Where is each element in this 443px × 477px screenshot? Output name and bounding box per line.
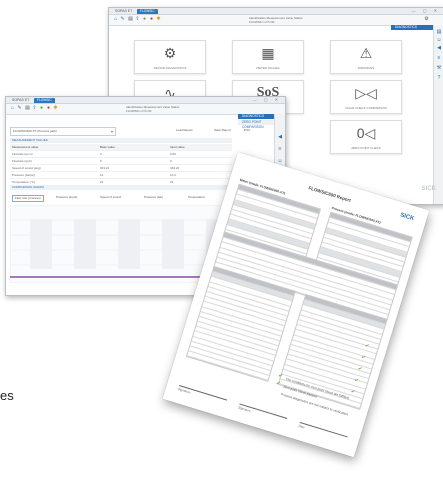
settings-icon[interactable]: ✱ bbox=[156, 17, 161, 22]
meter-icon: ⚙ bbox=[163, 45, 177, 61]
signature-label: Date bbox=[298, 423, 306, 430]
save-icon[interactable]: ▤ bbox=[25, 106, 30, 111]
tile-label: METER VALUES bbox=[256, 66, 280, 70]
sidebar-user-icon[interactable]: ☺ bbox=[435, 37, 443, 43]
sidebar-list-icon[interactable]: ≡ bbox=[276, 146, 284, 152]
matrix-icon: ▦ bbox=[261, 45, 275, 61]
cell: 14 bbox=[100, 173, 104, 177]
table-row: Pressure (bar(a)) 14 14.0 bbox=[10, 172, 232, 179]
cell: 343.22 bbox=[170, 166, 180, 170]
tile-label: WARNINGS bbox=[357, 66, 375, 70]
window-controls[interactable]: — ▢ ✕ bbox=[253, 97, 281, 103]
upload-icon[interactable]: ⇧ bbox=[135, 17, 140, 22]
sidebar-tools-icon[interactable]: ⚒ bbox=[435, 65, 443, 71]
title-bar: SOPAS ET FLOWSIC — ▢ ✕ bbox=[109, 8, 443, 15]
chevron-down-icon: ▾ bbox=[110, 129, 113, 134]
settings-gear-icon[interactable]: ⚙ bbox=[424, 17, 429, 22]
tile-device-diagnostics[interactable]: ⚙ DEVICE DIAGNOSTICS bbox=[134, 40, 206, 74]
warning-icon: ⚠ bbox=[359, 45, 373, 61]
check-icon: ✔ bbox=[275, 380, 281, 388]
home-icon[interactable]: ⌂ bbox=[10, 106, 15, 111]
measurement-table: Measurement value Base value Input value… bbox=[10, 144, 232, 186]
cell: Speed of sound (avg) bbox=[12, 166, 41, 170]
settings-icon[interactable]: ✱ bbox=[53, 106, 58, 111]
cell: Flowrate (qv,m) bbox=[12, 152, 33, 156]
tile-label: ZERO POINT CHECK bbox=[351, 146, 381, 150]
home-icon[interactable]: ⌂ bbox=[113, 17, 118, 22]
window-controls[interactable]: — ▢ ✕ bbox=[412, 8, 440, 14]
section-measurement-values: MEASUREMENT VALUES bbox=[10, 138, 232, 143]
valve-icon: ▷◁ bbox=[355, 85, 377, 101]
tile-warnings[interactable]: ⚠ WARNINGS bbox=[330, 40, 402, 74]
selector-value: FLOWSIC600-XT (Process path) bbox=[13, 129, 57, 133]
text-fragment: es bbox=[0, 388, 14, 403]
table-row: Speed of sound (avg) 343.21 343.22 bbox=[10, 165, 232, 172]
title-bar: SOPAS ET FLOWSIC — ▢ ✕ bbox=[6, 97, 285, 104]
table-header-row: Measurement value Base value Input value bbox=[10, 144, 232, 151]
check-speed-of-sound[interactable]: Speed of sound bbox=[100, 195, 121, 200]
status-icon[interactable]: ● bbox=[142, 17, 147, 22]
sidebar-help-icon[interactable]: ? bbox=[435, 75, 443, 81]
menu-diagnostics[interactable]: DIAGNOSTICS bbox=[391, 25, 439, 30]
cell: 14.0 bbox=[170, 173, 176, 177]
signature-line bbox=[299, 421, 348, 438]
cell: Pressure (bar(a)) bbox=[12, 173, 35, 177]
sidebar-arrow-icon[interactable]: ◀ bbox=[276, 134, 284, 140]
cell: 0 bbox=[170, 159, 172, 163]
check-temperature[interactable]: Temperature bbox=[188, 195, 205, 200]
status-icon[interactable]: ● bbox=[39, 106, 44, 111]
stop-icon[interactable]: ● bbox=[149, 17, 154, 22]
brand-logo: SICK bbox=[399, 212, 415, 223]
load-report-button[interactable]: Load Report bbox=[176, 128, 193, 132]
table-row: Flowrate (qv,b) 0 0 bbox=[10, 158, 232, 165]
window-title: SOPAS ET bbox=[115, 9, 133, 13]
col-header: Input value bbox=[170, 145, 185, 149]
save-report-button[interactable]: Save Report bbox=[214, 128, 231, 132]
device-info-values: FLOWSIC m³/h OK bbox=[249, 20, 275, 24]
brand-logo-watermark: SICK bbox=[421, 186, 436, 192]
cell: 343.21 bbox=[100, 166, 110, 170]
tile-meter-values[interactable]: ▦ METER VALUES bbox=[232, 40, 304, 74]
save-icon[interactable]: ▤ bbox=[128, 17, 133, 22]
check-pressure-bar[interactable]: Pressure (bar) bbox=[144, 195, 163, 200]
table-row: Flowrate (qv,m) 0 0.00 bbox=[10, 151, 232, 158]
right-sidebar: ▤ ☺ ◀ ≡ ⚒ ? bbox=[433, 25, 443, 204]
tile-valve-check[interactable]: ▷◁ VALVE CHECK COMPARISON bbox=[330, 80, 402, 114]
zero-check-icon: 0◁ bbox=[356, 125, 376, 141]
upload-icon[interactable]: ⇧ bbox=[32, 106, 37, 111]
cell: 0.00 bbox=[170, 152, 176, 156]
cell: 0 bbox=[100, 152, 102, 156]
sidebar-list-icon[interactable]: ≡ bbox=[435, 55, 443, 61]
tile-zero-point[interactable]: 0◁ ZERO POINT CHECK bbox=[330, 120, 402, 154]
tile-label: VALVE CHECK COMPARISON bbox=[345, 106, 387, 110]
cell: 0 bbox=[100, 159, 102, 163]
tab-device[interactable]: FLOWSIC bbox=[34, 98, 55, 103]
col-header: Measurement value bbox=[12, 145, 39, 149]
print-button[interactable]: Print bbox=[244, 128, 250, 132]
section-comparison-graph: COMPARISON GRAPH bbox=[10, 185, 232, 190]
sidebar-chart-icon[interactable]: ▤ bbox=[435, 29, 443, 35]
device-info-values: FLOWSIC m³/h OK bbox=[126, 109, 152, 113]
edit-icon[interactable]: ✎ bbox=[120, 17, 125, 22]
tab-device[interactable]: FLOWSIC bbox=[137, 9, 158, 14]
window-title: SOPAS ET bbox=[12, 98, 30, 102]
graph-options: Flow rate (process) Pressure (input) Spe… bbox=[10, 193, 232, 202]
stop-icon[interactable]: ● bbox=[46, 106, 51, 111]
check-flowrate[interactable]: Flow rate (process) bbox=[12, 195, 44, 202]
device-selector[interactable]: FLOWSIC600-XT (Process path) ▾ bbox=[10, 127, 116, 136]
cell: Flowrate (qv,b) bbox=[12, 159, 32, 163]
tile-label: DEVICE DIAGNOSTICS bbox=[153, 66, 187, 70]
check-pressure-input[interactable]: Pressure (input) bbox=[56, 195, 77, 200]
sidebar-arrow-icon[interactable]: ◀ bbox=[435, 45, 443, 51]
edit-icon[interactable]: ✎ bbox=[17, 106, 22, 111]
col-header: Base value bbox=[100, 145, 115, 149]
